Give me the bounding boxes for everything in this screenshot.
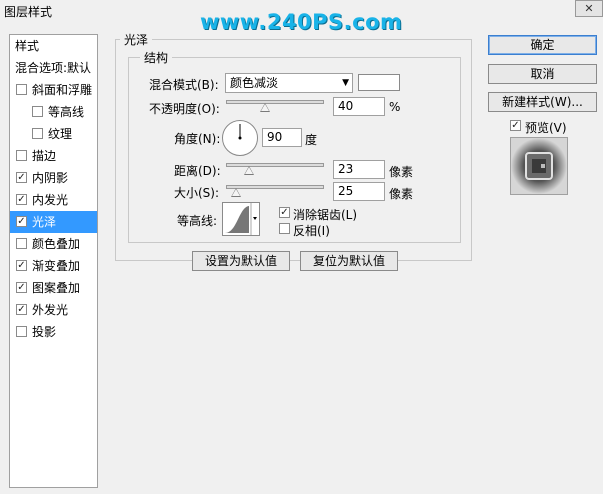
- sidebar-item-0[interactable]: 斜面和浮雕: [10, 79, 97, 101]
- size-unit: 像素: [389, 187, 414, 201]
- sidebar-item-label: 内发光: [32, 193, 69, 207]
- close-button[interactable]: ✕: [575, 0, 603, 17]
- sidebar-item-11[interactable]: 投影: [10, 321, 97, 343]
- styles-header[interactable]: 样式: [10, 35, 97, 57]
- sidebar-item-6[interactable]: ✓ 光泽: [10, 211, 97, 233]
- size-input[interactable]: 25: [333, 182, 385, 201]
- sidebar-item-5[interactable]: ✓ 内发光: [10, 189, 97, 211]
- sidebar-item-3[interactable]: 描边: [10, 145, 97, 167]
- style-list: 样式 混合选项:默认 斜面和浮雕等高线纹理描边 ✓ 内阴影 ✓ 内发光 ✓ 光泽颜色叠加 ✓ 渐…: [9, 34, 98, 488]
- cancel-button[interactable]: 取消: [488, 64, 597, 84]
- sidebar-item-label: 斜面和浮雕: [32, 83, 93, 97]
- sidebar-item-checkbox[interactable]: [32, 128, 43, 139]
- reset-default-button[interactable]: 复位为默认值: [300, 251, 398, 271]
- satin-group-title: 光泽: [120, 31, 153, 48]
- anti-alias-label: 消除锯齿(L): [293, 208, 358, 222]
- sidebar-item-label: 纹理: [48, 127, 73, 141]
- preview-label: 预览(V): [525, 121, 567, 135]
- sidebar-item-2[interactable]: 纹理: [10, 123, 97, 145]
- sidebar-item-label: 渐变叠加: [32, 259, 81, 273]
- angle-input[interactable]: 90: [262, 128, 302, 147]
- angle-label: 角度(N):: [174, 132, 221, 146]
- opacity-unit: %: [389, 100, 401, 114]
- blend-mode-value: 颜色减淡: [230, 76, 279, 90]
- distance-input[interactable]: 23: [333, 160, 385, 179]
- contour-label: 等高线:: [177, 214, 218, 228]
- dropdown-arrow-icon: ▼: [342, 78, 349, 88]
- sidebar-item-8[interactable]: ✓ 渐变叠加: [10, 255, 97, 277]
- sidebar-item-checkbox[interactable]: [16, 326, 27, 337]
- distance-unit: 像素: [389, 165, 414, 179]
- make-default-button[interactable]: 设置为默认值: [192, 251, 290, 271]
- sidebar-item-checkbox[interactable]: [16, 84, 27, 95]
- sidebar-item-label: 内阴影: [32, 171, 69, 185]
- sidebar-item-checkbox[interactable]: [16, 238, 27, 249]
- sidebar-item-checkbox[interactable]: ✓: [16, 282, 27, 293]
- sidebar-item-checkbox[interactable]: ✓: [16, 260, 27, 271]
- window-title: 图层样式: [4, 5, 53, 19]
- watermark-text: www.240PS.com: [200, 10, 403, 34]
- distance-slider-thumb[interactable]: [243, 166, 254, 175]
- angle-needle-icon: [238, 124, 242, 140]
- sidebar-item-9[interactable]: ✓ 图案叠加: [10, 277, 97, 299]
- sidebar-item-checkbox[interactable]: ✓: [16, 304, 27, 315]
- sidebar-item-label: 光泽: [32, 215, 57, 229]
- blend-options-item[interactable]: 混合选项:默认: [10, 57, 97, 79]
- style-preview-thumbnail: [510, 137, 568, 195]
- contour-picker[interactable]: [222, 202, 260, 236]
- sidebar-item-label: 投影: [32, 325, 57, 339]
- preview-chip-icon: [511, 138, 567, 194]
- sidebar-item-label: 等高线: [48, 105, 85, 119]
- anti-alias-checkbox[interactable]: ✓: [279, 207, 290, 218]
- sidebar-item-1[interactable]: 等高线: [10, 101, 97, 123]
- size-label: 大小(S):: [174, 186, 220, 200]
- size-slider-thumb[interactable]: [230, 188, 241, 197]
- sidebar-item-label: 描边: [32, 149, 57, 163]
- sidebar-item-label: 颜色叠加: [32, 237, 81, 251]
- sidebar-item-label: 图案叠加: [32, 281, 81, 295]
- sidebar-item-checkbox[interactable]: ✓: [16, 172, 27, 183]
- sidebar-item-4[interactable]: ✓ 内阴影: [10, 167, 97, 189]
- opacity-input[interactable]: 40: [333, 97, 385, 116]
- structure-group-title: 结构: [140, 49, 173, 66]
- ok-button[interactable]: 确定: [488, 35, 597, 55]
- preview-checkbox[interactable]: ✓: [510, 120, 521, 131]
- distance-slider[interactable]: [226, 163, 324, 167]
- sidebar-item-label: 外发光: [32, 303, 69, 317]
- sidebar-item-checkbox[interactable]: [32, 106, 43, 117]
- invert-label: 反相(I): [293, 224, 330, 238]
- opacity-slider[interactable]: [226, 100, 324, 104]
- angle-dial[interactable]: [222, 120, 258, 156]
- contour-curve-icon: [225, 203, 259, 235]
- sidebar-item-10[interactable]: ✓ 外发光: [10, 299, 97, 321]
- new-style-button[interactable]: 新建样式(W)...: [488, 92, 597, 112]
- color-swatch[interactable]: [358, 74, 400, 91]
- sidebar-item-checkbox[interactable]: [16, 150, 27, 161]
- opacity-label: 不透明度(O):: [149, 102, 220, 116]
- invert-checkbox[interactable]: [279, 223, 290, 234]
- angle-unit: 度: [305, 133, 318, 147]
- sidebar-item-7[interactable]: 颜色叠加: [10, 233, 97, 255]
- distance-label: 距离(D):: [174, 164, 221, 178]
- blend-mode-select[interactable]: 颜色减淡 ▼: [225, 73, 353, 93]
- sidebar-item-checkbox[interactable]: ✓: [16, 194, 27, 205]
- opacity-slider-thumb[interactable]: [260, 103, 271, 112]
- sidebar-item-checkbox[interactable]: ✓: [16, 216, 27, 227]
- blend-mode-label: 混合模式(B):: [149, 78, 219, 92]
